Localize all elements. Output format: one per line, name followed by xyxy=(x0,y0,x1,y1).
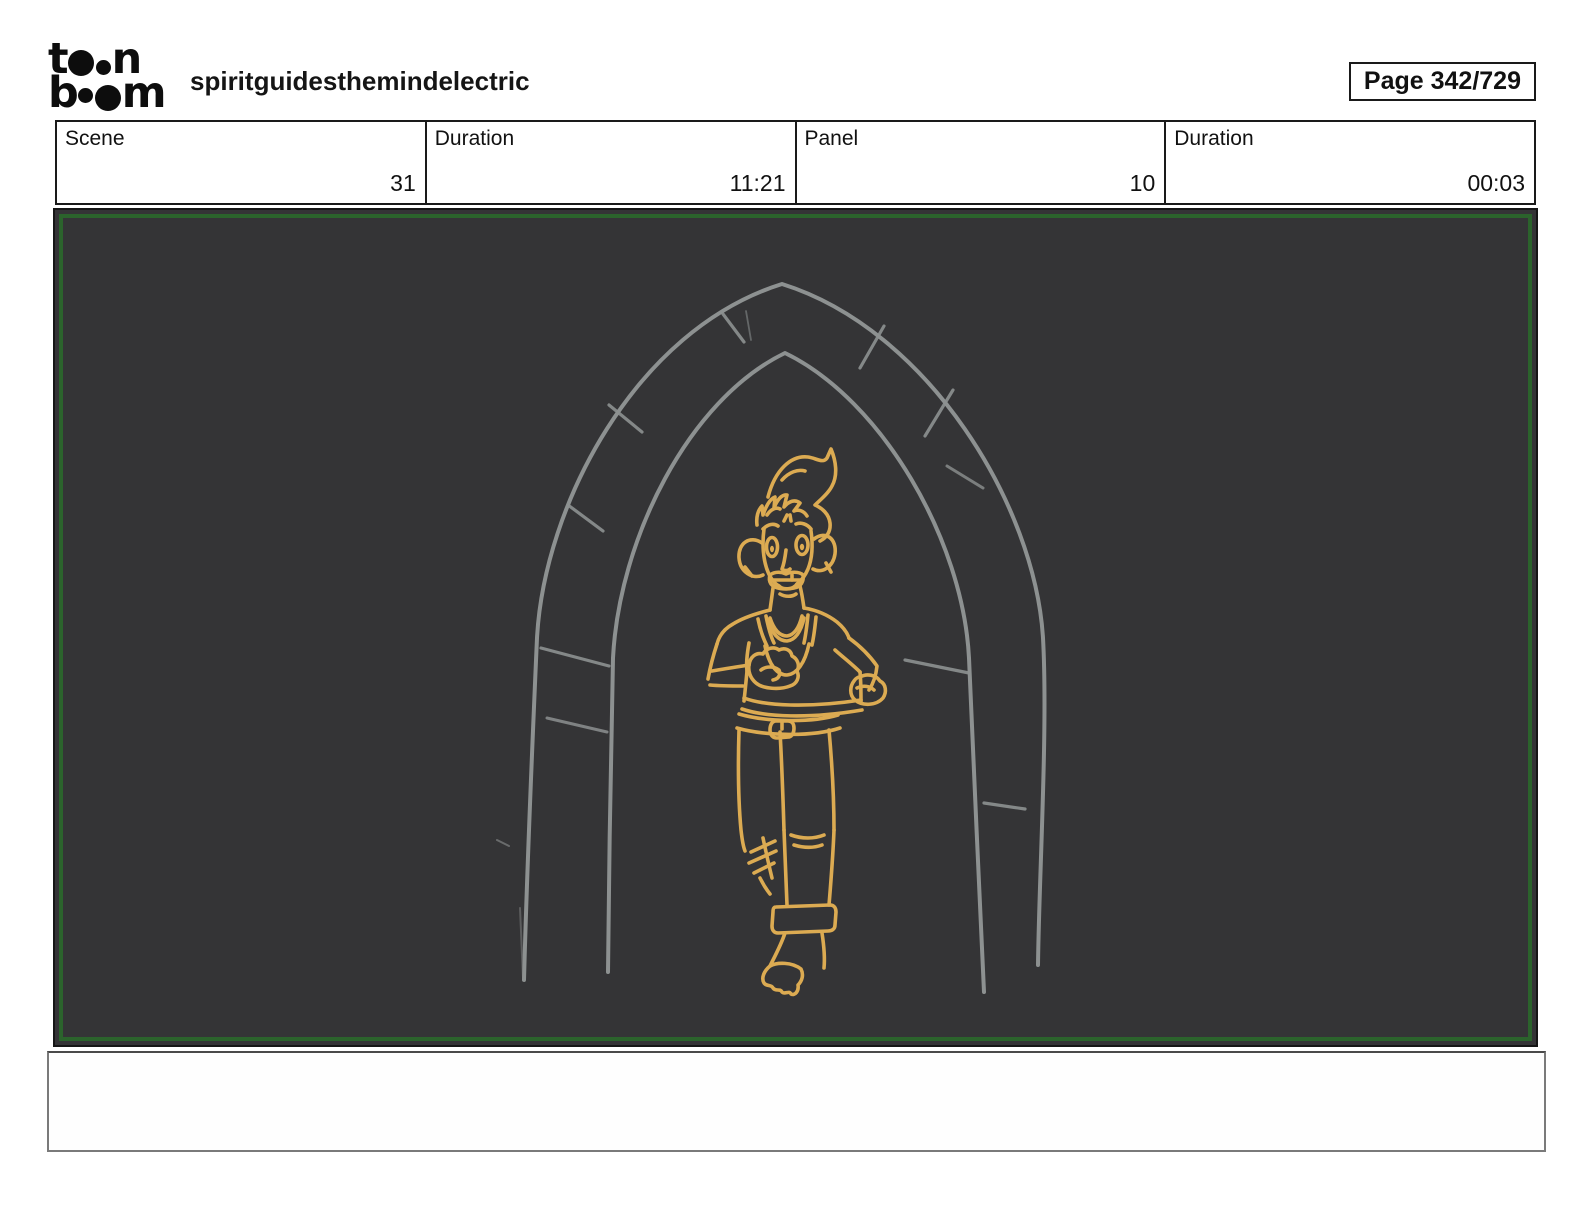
panel-cell: Panel 10 xyxy=(794,122,1165,203)
logo-dot-icon xyxy=(77,88,93,103)
panel-value: 10 xyxy=(1129,170,1156,196)
storyboard-sketch xyxy=(496,282,1047,997)
project-title: spiritguidesthemindelectric xyxy=(190,66,530,96)
scene-label: Scene xyxy=(65,127,125,150)
panel-info-row: Scene 31 Duration 11:21 Panel 10 Duratio… xyxy=(55,120,1536,205)
logo-dot-icon xyxy=(95,60,111,75)
logo-letter-m: m xyxy=(121,67,167,118)
panel-label: Panel xyxy=(804,127,859,150)
panel-duration-label: Duration xyxy=(1174,127,1254,150)
toonboom-logo-row2: b m xyxy=(48,67,188,118)
storyboard-page: t n b m spiritguidesthemindelectric Page… xyxy=(0,0,1584,1224)
caption-box xyxy=(47,1051,1546,1152)
scene-cell: Scene 31 xyxy=(57,122,425,203)
scene-duration-cell: Duration 11:21 xyxy=(424,122,795,203)
storyboard-frame xyxy=(53,208,1538,1047)
logo-letter-b: b xyxy=(48,67,79,118)
toonboom-logo: t n b m xyxy=(48,37,188,118)
panel-duration-cell: Duration 00:03 xyxy=(1164,122,1534,203)
logo-dot-icon xyxy=(94,84,121,111)
scene-duration-value: 11:21 xyxy=(729,170,786,196)
page-number-badge: Page 342/729 xyxy=(1348,62,1536,101)
scene-duration-label: Duration xyxy=(434,127,515,150)
figure-sketch xyxy=(706,447,888,997)
scene-value: 31 xyxy=(390,170,416,196)
panel-duration-value: 00:03 xyxy=(1467,170,1525,196)
